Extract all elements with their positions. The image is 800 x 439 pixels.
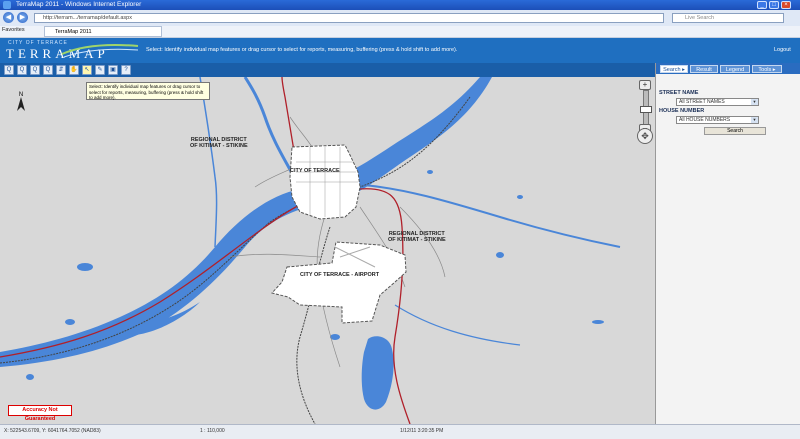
measure-tool-icon[interactable]: ⇵: [56, 65, 66, 75]
zoom-in-button[interactable]: +: [639, 80, 651, 90]
url-field[interactable]: http://terram.../terramap/default.aspx: [34, 13, 664, 23]
logout-link[interactable]: Logout: [774, 47, 791, 53]
app-header: CITY OF TERRACE TERRAMAP Select: Identif…: [0, 38, 800, 63]
map-label-city: CITY OF TERRACE: [290, 168, 340, 174]
map-canvas[interactable]: REGIONAL DISTRICT OF KITIMAT - STIKINE R…: [0, 77, 655, 424]
browser-tab[interactable]: TerraMap 2011: [44, 26, 162, 37]
house-number-label: HOUSE NUMBER: [659, 108, 705, 114]
favorites-bar: Favorites TerraMap 2011: [0, 26, 800, 38]
browser-search-placeholder: Live Search: [685, 15, 715, 21]
draw-tool-icon[interactable]: ✎: [95, 65, 105, 75]
search-button[interactable]: Search: [704, 127, 766, 135]
close-button[interactable]: ×: [781, 1, 791, 9]
zoom-out-tool-icon[interactable]: Q: [17, 65, 27, 75]
tab-search[interactable]: Search ▸: [660, 65, 688, 73]
pan-control-icon[interactable]: ✥: [637, 128, 653, 144]
street-name-value: All STREET NAMES: [679, 99, 725, 105]
minimize-button[interactable]: _: [757, 1, 767, 9]
street-name-select[interactable]: All STREET NAMES ▼: [676, 98, 759, 106]
house-number-value: All HOUSE NUMBERS: [679, 117, 731, 123]
maximize-button[interactable]: □: [769, 1, 779, 9]
accuracy-disclaimer: Accuracy Not Guaranteed: [8, 405, 72, 422]
ie-icon: [3, 1, 11, 9]
print-tool-icon[interactable]: ▣: [108, 65, 118, 75]
zoom-handle[interactable]: [640, 106, 652, 113]
map-label-text: REGIONAL DISTRICT OF KITIMAT - STIKINE: [190, 137, 248, 149]
map-label-text: REGIONAL DISTRICT OF KITIMAT - STIKINE: [388, 231, 446, 243]
back-button[interactable]: ◀: [3, 12, 14, 23]
map-label-regional-district-west: REGIONAL DISTRICT OF KITIMAT - STIKINE: [190, 137, 248, 149]
map-label-airport: CITY OF TERRACE - AIRPORT: [300, 272, 380, 278]
window-title: TerraMap 2011 - Windows Internet Explore…: [16, 1, 142, 8]
panel-tabs: Search ▸ Result Legend Tools ▸: [656, 63, 800, 74]
select-tool-tooltip: Select: Identify individual map features…: [86, 82, 210, 100]
selection-hint: Select: Identify individual map features…: [146, 47, 458, 53]
forward-button[interactable]: ▶: [17, 12, 28, 23]
north-arrow-icon: N: [17, 92, 25, 111]
street-name-label: STREET NAME: [659, 90, 699, 96]
chevron-down-icon: ▼: [751, 117, 758, 123]
search-panel: Search ▸ Result Legend Tools ▸ STREET NA…: [655, 63, 800, 424]
help-tool-icon[interactable]: ?: [121, 65, 131, 75]
tab-tools[interactable]: Tools ▸: [752, 65, 782, 73]
select-tool-icon[interactable]: ↖: [82, 65, 92, 75]
map-toolbar: Q Q Q Q ⇵ ✋ ↖ ✎ ▣ ?: [0, 63, 655, 77]
window-titlebar: TerraMap 2011 - Windows Internet Explore…: [0, 0, 800, 10]
zoom-full-tool-icon[interactable]: Q: [30, 65, 40, 75]
house-number-select[interactable]: All HOUSE NUMBERS ▼: [676, 116, 759, 124]
zoom-previous-tool-icon[interactable]: Q: [43, 65, 53, 75]
favorites-button[interactable]: Favorites: [2, 27, 25, 33]
pan-tool-icon[interactable]: ✋: [69, 65, 79, 75]
tab-result[interactable]: Result: [690, 65, 718, 73]
land-background: [0, 77, 655, 424]
zoom-in-tool-icon[interactable]: Q: [4, 65, 14, 75]
browser-search-field[interactable]: Live Search: [672, 13, 784, 23]
map-label-regional-district-east: REGIONAL DISTRICT OF KITIMAT - STIKINE: [388, 231, 446, 243]
status-bar: X: 522543.6709, Y: 6041764.7052 (NAD83) …: [0, 424, 800, 439]
map-layer: [0, 77, 655, 424]
cursor-coordinates: X: 522543.6709, Y: 6041764.7052 (NAD83): [4, 428, 101, 434]
tab-legend[interactable]: Legend: [720, 65, 750, 73]
url-text: http://terram.../terramap/default.aspx: [43, 15, 132, 21]
address-bar: ◀ ▶ http://terram.../terramap/default.as…: [0, 10, 800, 27]
chevron-down-icon: ▼: [751, 99, 758, 105]
logo-swoosh-icon: [61, 44, 139, 58]
map-date: 1/12/11 3:20:35 PM: [400, 428, 444, 434]
map-scale: 1 : 110,000: [200, 428, 225, 434]
